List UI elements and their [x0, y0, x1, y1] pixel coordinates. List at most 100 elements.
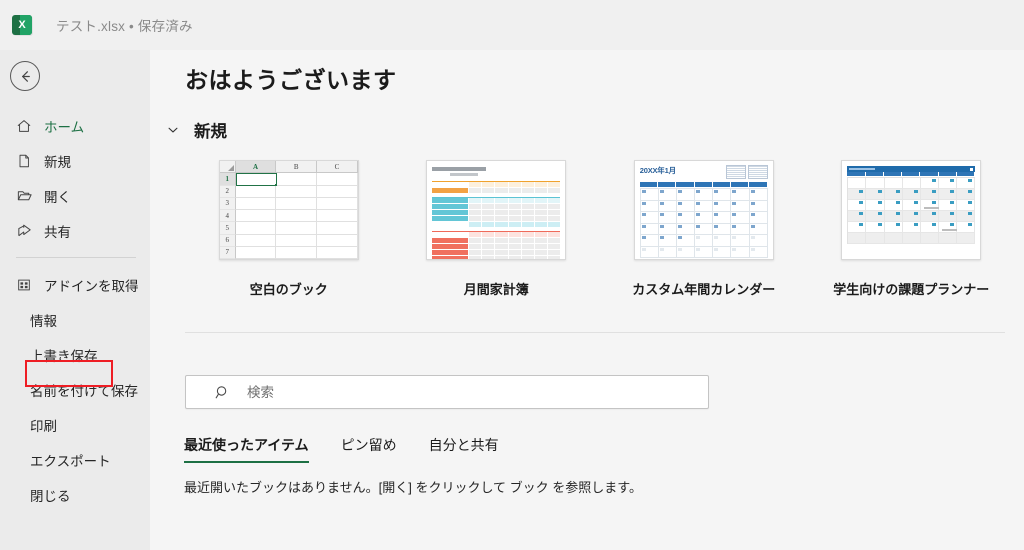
template-thumbnail: 20XX年1月: [633, 160, 774, 260]
sidebar-item-get-addins[interactable]: アドインを取得: [0, 267, 150, 302]
row-cell: [508, 250, 521, 255]
back-button[interactable]: [10, 61, 40, 91]
search-box[interactable]: [185, 375, 709, 409]
calendar-day: [640, 246, 659, 258]
row-cell: [521, 250, 534, 255]
weekday-cell: [731, 182, 750, 187]
row-cell: [521, 204, 534, 209]
calendar-day: [658, 200, 678, 212]
calendar-day: [677, 200, 696, 212]
sidebar-item-info[interactable]: 情報: [0, 302, 150, 337]
row-cell: [495, 256, 508, 259]
planner-day: [902, 189, 921, 200]
template-student-planner[interactable]: 学生向けの課題プランナー: [808, 160, 1016, 305]
planner-day: [866, 211, 885, 222]
row-label: [432, 256, 469, 259]
budget-row: [432, 216, 561, 221]
planner-day: [957, 211, 976, 222]
header-cell: [534, 232, 548, 237]
calendar-day: [749, 235, 768, 247]
weekday-cell: [902, 172, 921, 176]
planner-day: [884, 200, 903, 211]
row-cell: [469, 256, 482, 259]
budget-row: [432, 188, 561, 193]
tab-recent[interactable]: 最近使ったアイテム: [184, 435, 309, 463]
budget-savings-block: [432, 197, 561, 227]
sidebar-item-share[interactable]: 共有: [0, 213, 150, 248]
planner-day: [920, 200, 940, 211]
planner-day: [938, 189, 958, 200]
sidebar-item-save[interactable]: 上書き保存: [0, 337, 150, 372]
calendar-day: [695, 223, 714, 235]
planner-day: [902, 200, 921, 211]
calendar-day: [695, 189, 714, 201]
sidebar-item-home[interactable]: ホーム: [0, 108, 150, 143]
header-cell: [469, 232, 482, 237]
calendar-day: [640, 189, 659, 201]
column-header: A: [235, 161, 277, 174]
calendar-week: [640, 189, 768, 201]
sidebar-item-label: 名前を付けて保存: [30, 383, 138, 399]
calendar-day: [749, 212, 768, 224]
header-cell: [521, 198, 534, 203]
title-bar: X テスト.xlsx • 保存済み: [0, 0, 1024, 50]
row-header: 2: [219, 185, 236, 198]
weekday-cell: [640, 182, 659, 187]
header-cell: [495, 182, 508, 187]
weekday-cell: [957, 172, 976, 176]
calendar-week: [640, 246, 768, 258]
row-cell: [534, 256, 548, 259]
header-cell: [482, 232, 495, 237]
calendar-day: [695, 246, 714, 258]
calendar-day: [731, 212, 750, 224]
template-custom-calendar[interactable]: 20XX年1月 カスタム年間カレンダー: [600, 160, 808, 305]
header-cell: [508, 182, 521, 187]
budget-subtitle-bar: [450, 173, 479, 176]
new-section-header[interactable]: 新規: [162, 118, 227, 142]
folder-open-icon: [14, 186, 34, 206]
row-label: [432, 244, 469, 249]
search-input[interactable]: [247, 384, 698, 400]
header-cell: [508, 198, 521, 203]
template-gallery: A B C 1 2 3 4 5 6 7 空白のブック 月間家計簿 20XX年1月…: [185, 160, 1015, 305]
empty-state-message: 最近開いたブックはありません。[開く] をクリックして ブック を参照します。: [184, 480, 642, 495]
calendar-day: [695, 212, 714, 224]
sidebar-item-export[interactable]: エクスポート: [0, 442, 150, 477]
calendar-day: [640, 200, 659, 212]
template-blank-workbook[interactable]: A B C 1 2 3 4 5 6 7 空白のブック: [185, 160, 393, 305]
sidebar-item-save-as[interactable]: 名前を付けて保存: [0, 372, 150, 407]
cell: [276, 234, 318, 247]
planner-day: [938, 233, 958, 244]
planner-week: [848, 178, 976, 189]
header-cell: [521, 232, 534, 237]
document-title: テスト.xlsx • 保存済み: [56, 19, 193, 34]
header-cell: [534, 198, 548, 203]
header-cell: [534, 182, 548, 187]
row-cell: [469, 238, 482, 243]
total-cell: [534, 222, 548, 227]
sidebar-item-close[interactable]: 閉じる: [0, 477, 150, 512]
new-document-icon: [14, 151, 34, 171]
row-cell: [508, 188, 521, 193]
template-monthly-budget[interactable]: 月間家計簿: [393, 160, 601, 305]
row-label: [432, 238, 469, 243]
weekday-cell: [749, 182, 768, 187]
sidebar-item-open[interactable]: 開く: [0, 178, 150, 213]
calendar-week: [640, 235, 768, 247]
tab-pinned[interactable]: ピン留め: [341, 435, 397, 463]
template-label: 月間家計簿: [463, 282, 529, 297]
weekday-cell: [939, 172, 957, 176]
calendar-day: [677, 235, 696, 247]
planner-day: [848, 222, 867, 233]
tab-shared-with-me[interactable]: 自分と共有: [429, 435, 499, 463]
row-cell: [495, 250, 508, 255]
planner-day: [884, 233, 903, 244]
excel-icon: X: [12, 15, 32, 35]
sidebar-item-print[interactable]: 印刷: [0, 407, 150, 442]
planner-note: [941, 229, 958, 231]
row-cell: [534, 188, 548, 193]
grid-corner: [219, 161, 236, 174]
sidebar-item-new[interactable]: 新規: [0, 143, 150, 178]
planner-day: [920, 211, 939, 222]
row-cell: [469, 210, 482, 215]
